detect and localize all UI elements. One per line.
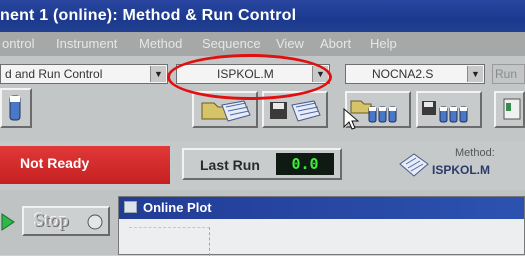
menu-instrument[interactable]: Instrument xyxy=(56,36,117,51)
plot-area xyxy=(129,227,210,256)
vial-icon xyxy=(9,95,21,121)
menu-bar: ontrol Instrument Method Sequence View A… xyxy=(0,32,525,56)
sequence-table-button[interactable] xyxy=(494,91,525,128)
menu-control[interactable]: ontrol xyxy=(2,36,35,51)
method-caption: Method: xyxy=(455,147,495,159)
menu-abort[interactable]: Abort xyxy=(320,36,351,51)
window-icon xyxy=(124,201,137,213)
menu-method[interactable]: Method xyxy=(139,36,182,51)
mouse-pointer-icon xyxy=(343,108,359,130)
menu-sequence[interactable]: Sequence xyxy=(202,36,261,51)
chevron-down-icon[interactable]: ▼ xyxy=(150,66,166,82)
stop-label: Stop xyxy=(34,210,69,231)
online-plot-title: Online Plot xyxy=(143,200,212,215)
window-title: nent 1 (online): Method & Run Control xyxy=(0,7,297,24)
view-select-value: d and Run Control xyxy=(5,67,103,81)
instrument-status-badge: Not Ready xyxy=(0,146,170,184)
current-method-name: ISPKOL.M xyxy=(432,163,491,177)
online-plot-window: Online Plot xyxy=(118,196,525,256)
sample-vial-button[interactable] xyxy=(0,88,32,128)
highlight-circle xyxy=(167,54,332,100)
sequence-table-icon xyxy=(503,98,521,120)
save-sequence-icon xyxy=(422,101,468,123)
last-run-value: 0.0 xyxy=(276,153,334,175)
last-run-panel: Last Run 0.0 xyxy=(182,148,342,180)
run-queue-label: Run xyxy=(495,67,518,81)
stop-button[interactable]: Stop xyxy=(22,206,110,236)
last-run-label: Last Run xyxy=(200,157,260,173)
online-plot-titlebar[interactable]: Online Plot xyxy=(119,197,524,219)
view-select[interactable]: d and Run Control ▼ xyxy=(0,64,168,84)
menu-help[interactable]: Help xyxy=(370,36,397,51)
sequence-select-value: NOCNA2.S xyxy=(372,67,434,81)
stop-indicator-icon xyxy=(87,214,103,230)
instrument-status-text: Not Ready xyxy=(20,155,90,171)
window-title-bar: nent 1 (online): Method & Run Control xyxy=(0,0,525,32)
start-arrow-icon[interactable] xyxy=(0,210,22,234)
menu-view[interactable]: View xyxy=(276,36,304,51)
sequence-select[interactable]: NOCNA2.S ▼ xyxy=(345,64,485,84)
method-status-icon xyxy=(399,153,429,177)
chevron-down-icon[interactable]: ▼ xyxy=(467,66,483,82)
run-queue-select[interactable]: Run xyxy=(492,64,525,84)
save-sequence-button[interactable] xyxy=(416,91,482,128)
